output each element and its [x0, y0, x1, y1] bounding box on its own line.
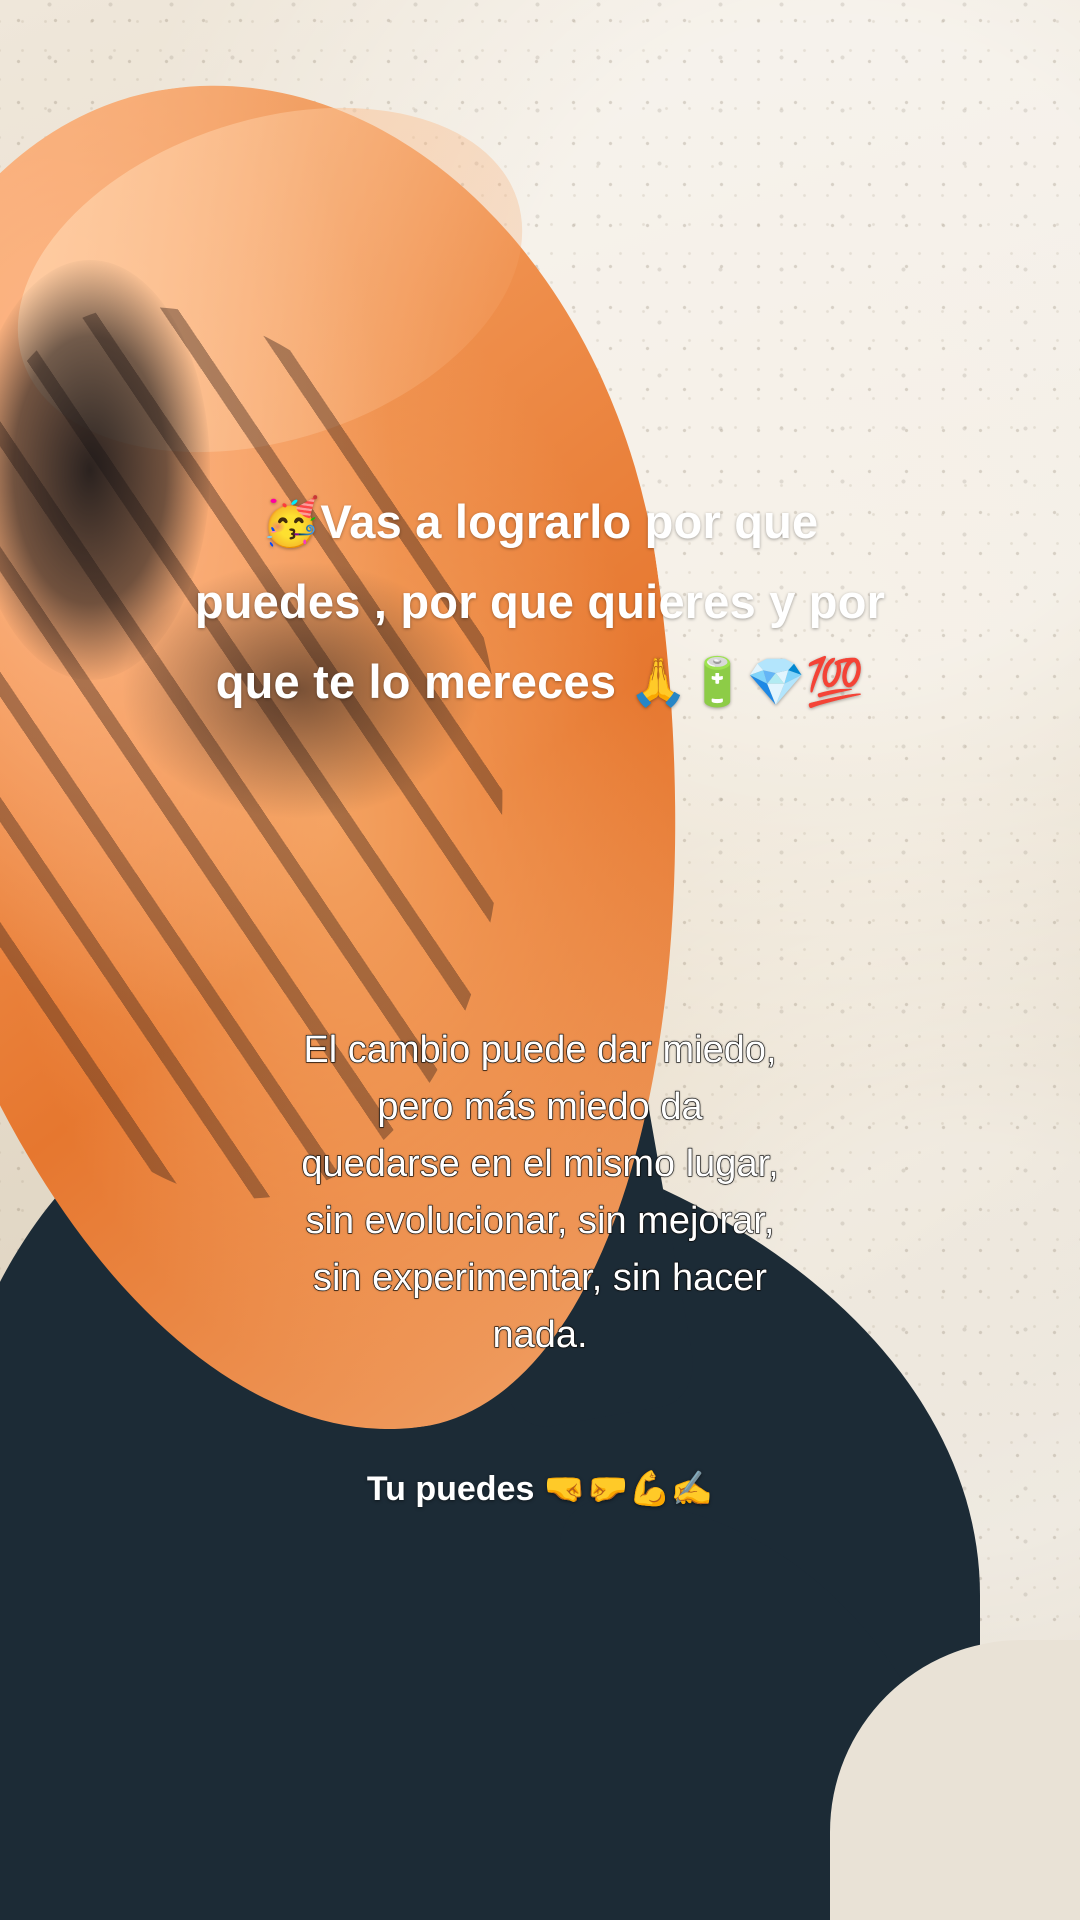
closing-caption: Tu puedes 🤜🤛💪✍️: [366, 1470, 714, 1508]
quote-line: El cambio puede dar miedo,: [303, 1028, 777, 1071]
motivational-caption: 🥳Vas a lograrlo por que puedes , por que…: [140, 482, 940, 722]
quote-line: pero más miedo da: [377, 1085, 703, 1128]
quote-line: quedarse en el mismo lugar,: [301, 1142, 780, 1185]
quote-line: sin evolucionar, sin mejorar,: [305, 1199, 775, 1242]
quote-line: nada.: [492, 1313, 588, 1356]
photo-stage: 🥳Vas a lograrlo por que puedes , por que…: [0, 0, 1080, 1920]
caption-line: que te lo mereces 🙏🔋💎💯: [215, 655, 865, 708]
caption-line: puedes , por que quieres y por: [194, 575, 886, 628]
caption-line: 🥳Vas a lograrlo por que: [261, 495, 819, 548]
quote-text: El cambio puede dar miedo, pero más mied…: [230, 1022, 850, 1364]
quote-line: sin experimentar, sin hacer: [312, 1256, 768, 1299]
